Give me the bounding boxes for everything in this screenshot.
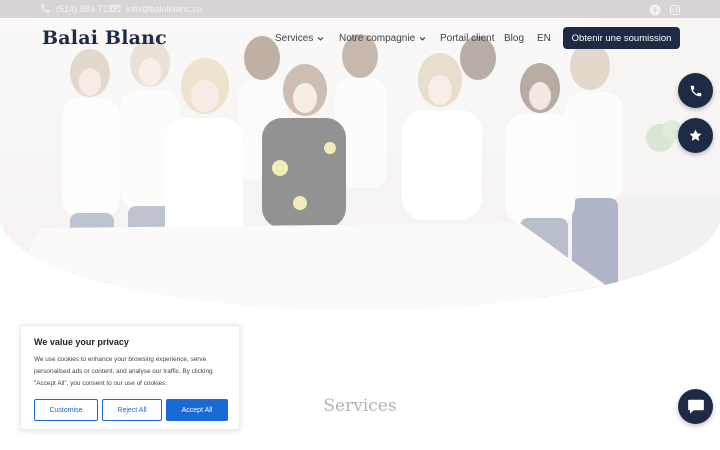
instagram-icon[interactable]: [669, 3, 681, 16]
phone-link[interactable]: (514) 883-7152: [40, 3, 118, 14]
page: (514) 883-7152 info@balaiblanc.ca Balai …: [0, 0, 720, 450]
phone-icon: [41, 4, 50, 13]
nav-item-services[interactable]: Services: [275, 33, 324, 44]
nav-item-notre-compagnie[interactable]: Notre compagnie: [339, 33, 426, 44]
call-button[interactable]: [678, 73, 713, 108]
team-photo: [0, 18, 720, 310]
star-icon: [689, 129, 702, 141]
chevron-down-icon: [318, 37, 324, 41]
nav-label: Notre compagnie: [339, 33, 416, 44]
customise-button[interactable]: Customise: [34, 399, 98, 421]
nav-item-portail-client[interactable]: Portail client: [440, 33, 494, 44]
accept-all-button[interactable]: Accept All: [166, 399, 228, 421]
nav-label: Services: [275, 33, 314, 44]
top-bar: (514) 883-7152 info@balaiblanc.ca: [0, 0, 720, 18]
nav-item-language[interactable]: EN: [537, 33, 551, 44]
chat-button[interactable]: [678, 389, 713, 424]
nav-label: Portail client: [440, 33, 495, 44]
quote-button[interactable]: Obtenir une soumission: [563, 27, 680, 49]
phone-number: (514) 883-7152: [56, 3, 118, 14]
reject-all-button[interactable]: Reject All: [102, 399, 162, 421]
email-address: info@balaiblanc.ca: [126, 3, 203, 14]
hero-image: [0, 18, 720, 310]
cookie-text: We use cookies to enhance your browsing …: [34, 356, 213, 387]
facebook-icon[interactable]: [649, 3, 661, 16]
email-link[interactable]: info@balaiblanc.ca: [110, 3, 202, 14]
phone-icon: [690, 85, 701, 96]
chat-icon: [687, 399, 704, 414]
chevron-down-icon: [419, 37, 426, 41]
cookie-title: We value your privacy: [34, 337, 129, 347]
nav-label: Blog: [504, 33, 525, 44]
reviews-button[interactable]: [678, 118, 713, 153]
cookie-banner: We value your privacy We use cookies to …: [20, 325, 240, 430]
nav-label: EN: [537, 33, 551, 44]
mail-icon: [110, 4, 121, 13]
nav-item-blog[interactable]: Blog: [504, 33, 524, 44]
